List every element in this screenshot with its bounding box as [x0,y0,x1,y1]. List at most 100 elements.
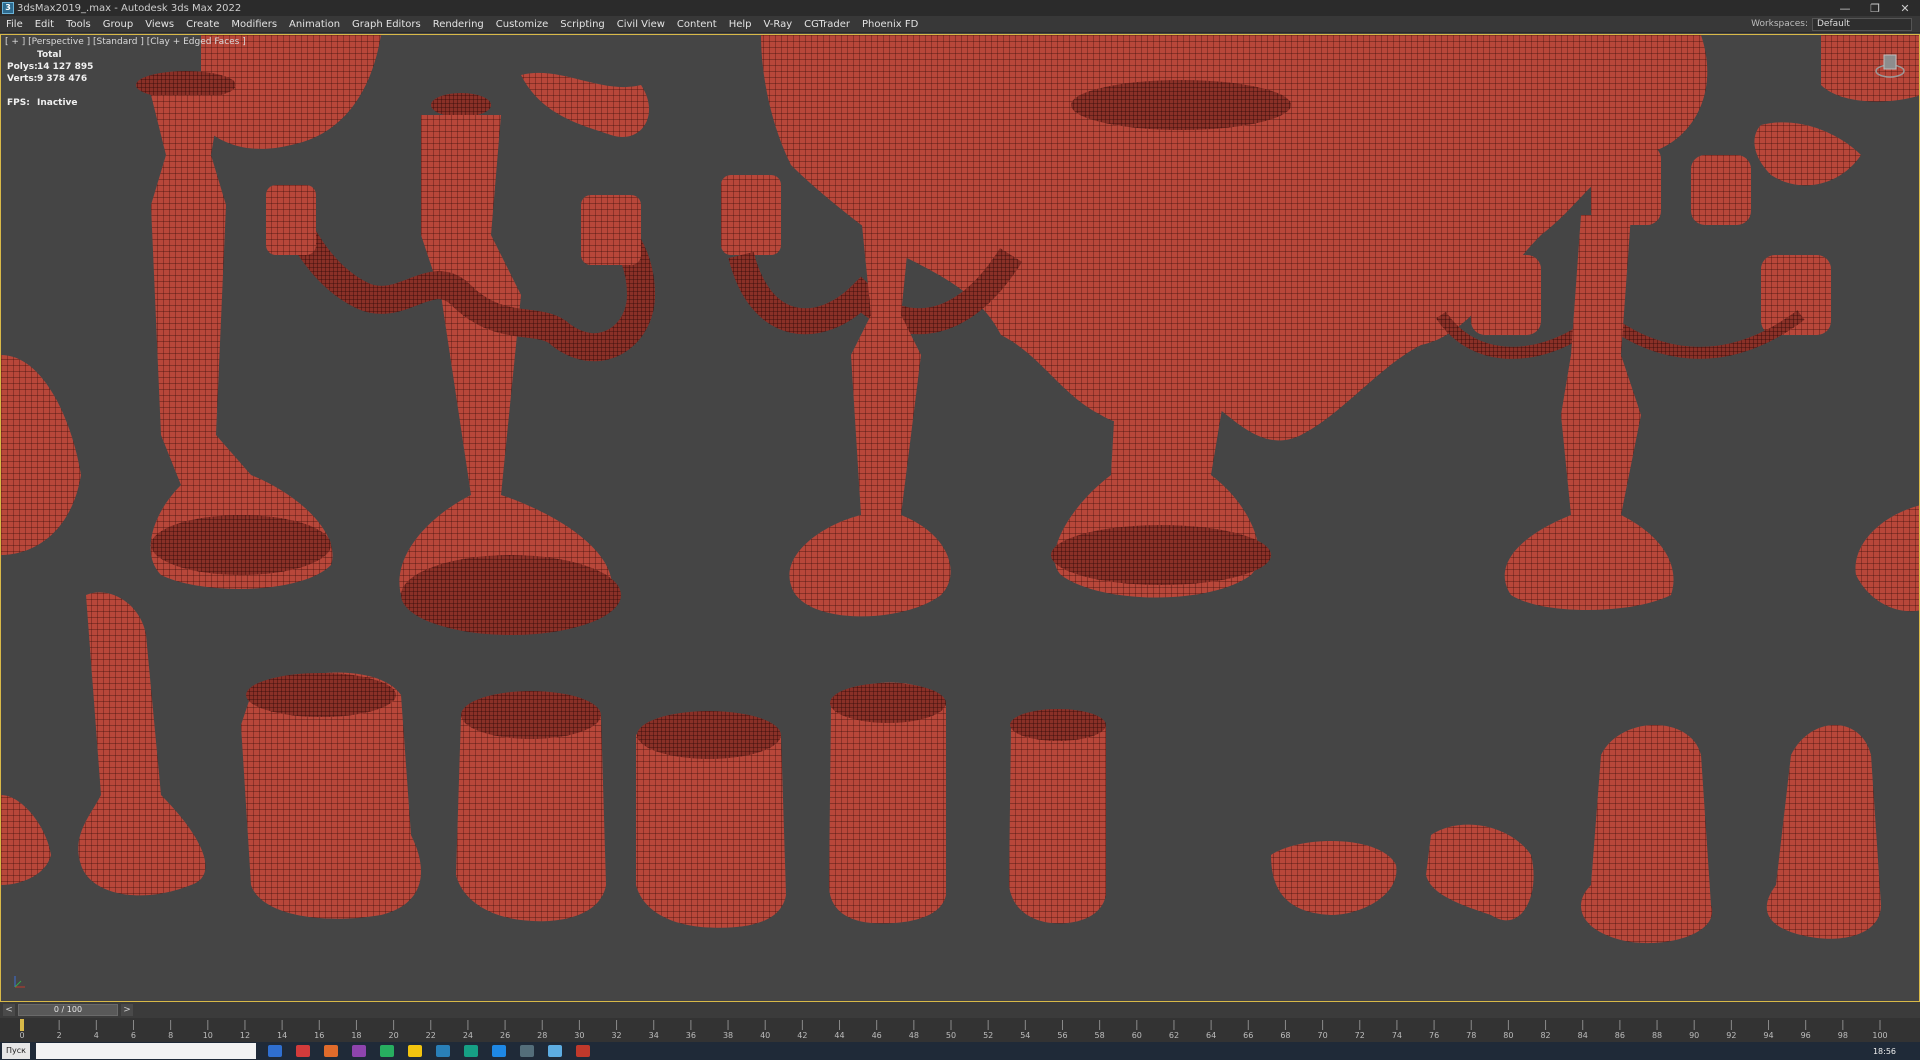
taskbar-app-icon[interactable] [324,1045,338,1057]
taskbar-app-icon[interactable] [436,1045,450,1057]
track-tick-label: 84 [1577,1031,1588,1040]
edge-object-right [1855,505,1919,612]
track-tick-label: 60 [1131,1031,1142,1040]
candlestick-left [136,71,333,589]
menu-tools[interactable]: Tools [60,16,97,33]
menu-animation[interactable]: Animation [283,16,346,33]
taskbar-app-icon[interactable] [268,1045,282,1057]
track-tick-label: 30 [574,1031,585,1040]
candelabra-right [1431,145,1831,610]
track-tick-label: 88 [1651,1031,1663,1040]
time-slider-handle[interactable]: 0 / 100 [18,1004,118,1016]
track-tick-label: 78 [1466,1031,1477,1040]
menu-views[interactable]: Views [139,16,180,33]
stats-verts-value: 9 378 476 [37,74,88,84]
track-tick-label: 56 [1057,1031,1068,1040]
menu-edit[interactable]: Edit [29,16,60,33]
window-title: 3dsMax2019_.max - Autodesk 3ds Max 2022 [17,2,242,14]
track-tick-label: 32 [611,1031,622,1040]
track-tick-label: 100 [1872,1031,1888,1040]
taskbar-app-icon[interactable] [520,1045,534,1057]
viewport-label[interactable]: [ + ] [Perspective ] [Standard ] [Clay +… [5,37,246,47]
track-tick-label: 80 [1503,1031,1514,1040]
perspective-viewport[interactable]: [ + ] [Perspective ] [Standard ] [Clay +… [0,34,1920,1002]
statistics-overlay: Total Polys: 14 127 895 Verts: 9 378 476… [7,49,93,109]
minimize-button[interactable]: — [1830,2,1860,15]
menu-phoenix-fd[interactable]: Phoenix FD [856,16,924,33]
start-button[interactable]: Пуск [2,1043,30,1059]
track-tick-label: 42 [797,1031,808,1040]
taskbar-app-icon[interactable] [464,1045,478,1057]
taskbar-app-icon[interactable] [380,1045,394,1057]
taskbar-app-icon[interactable] [408,1045,422,1057]
menu-cgtrader[interactable]: CGTrader [798,16,856,33]
menu-scripting[interactable]: Scripting [554,16,610,33]
viewcube-icon[interactable] [1873,47,1907,81]
track-tick-label: 2 [56,1031,62,1040]
taskbar-clock: 18:56 [1872,1046,1896,1056]
menu-create[interactable]: Create [180,16,225,33]
track-tick-label: 50 [945,1031,957,1040]
time-prev-button[interactable]: < [3,1004,15,1016]
track-tick-label: 46 [871,1031,882,1040]
menu-vray[interactable]: V-Ray [758,16,799,33]
stats-fps-row: FPS: Inactive [7,97,93,109]
track-tick-label: 68 [1280,1031,1291,1040]
track-tick-label: 22 [425,1031,436,1040]
menu-content[interactable]: Content [671,16,723,33]
stats-fps-label: FPS: [7,98,30,108]
track-tick-label: 76 [1428,1031,1440,1040]
track-tick-label: 74 [1391,1031,1402,1040]
menu-graph-editors[interactable]: Graph Editors [346,16,427,33]
track-tick-label: 38 [722,1031,734,1040]
track-tick-label: 20 [388,1031,399,1040]
track-bar[interactable]: 0 2 4 6 8 10 12 14 16 18 20 22 24 26 28 30 32 34 36 38 40 42 4… [0,1018,1920,1042]
candle-row [1,592,1881,944]
track-tick-label: 64 [1206,1031,1217,1040]
stats-verts-label: Verts: [7,74,38,84]
track-tick-label: 0 [19,1031,25,1040]
taskbar-app-icon[interactable] [492,1045,506,1057]
time-slider-track[interactable] [136,1004,1920,1016]
3dsmax-app-icon[interactable]: 3 [2,2,14,14]
track-tick-label: 70 [1317,1031,1328,1040]
taskbar-search[interactable] [36,1043,256,1059]
track-tick-label: 98 [1837,1031,1848,1040]
track-tick-label: 16 [314,1031,325,1040]
menu-file[interactable]: File [0,16,29,33]
restore-button[interactable]: ❐ [1860,2,1890,15]
track-tick-label: 14 [277,1031,288,1040]
track-tick-label: 24 [462,1031,473,1040]
track-tick-label: 44 [834,1031,845,1040]
menu-modifiers[interactable]: Modifiers [225,16,283,33]
track-tick-label: 58 [1094,1031,1105,1040]
taskbar-app-icon[interactable] [548,1045,562,1057]
menu-customize[interactable]: Customize [490,16,555,33]
stats-polys-value: 14 127 895 [37,62,94,72]
time-next-button[interactable]: > [121,1004,133,1016]
track-tick-label: 96 [1800,1031,1811,1040]
menu-group[interactable]: Group [97,16,139,33]
taskbar-app-icon[interactable] [296,1045,310,1057]
track-tick-label: 40 [760,1031,771,1040]
menu-bar: File Edit Tools Group Views Create Modif… [0,16,1920,33]
track-tick-label: 26 [499,1031,511,1040]
stats-polys-row: Polys: 14 127 895 [7,61,93,73]
track-tick-label: 66 [1243,1031,1254,1040]
taskbar-app-icon[interactable] [576,1045,590,1057]
taskbar-app-icon[interactable] [352,1045,366,1057]
axis-tripod-icon [14,976,25,988]
current-frame-marker[interactable] [20,1019,24,1031]
menu-rendering[interactable]: Rendering [427,16,490,33]
track-tick-label: 8 [168,1031,174,1040]
menu-civil-view[interactable]: Civil View [611,16,671,33]
track-tick-label: 86 [1614,1031,1625,1040]
scene-render [1,35,1919,944]
edge-object-left [1,355,81,555]
workspaces-dropdown[interactable]: Default [1812,17,1912,31]
track-bar-ruler [20,1019,1881,1031]
menu-help[interactable]: Help [723,16,758,33]
track-tick-label: 4 [93,1031,99,1040]
close-button[interactable]: ✕ [1890,2,1920,15]
track-tick-label: 82 [1540,1031,1551,1040]
